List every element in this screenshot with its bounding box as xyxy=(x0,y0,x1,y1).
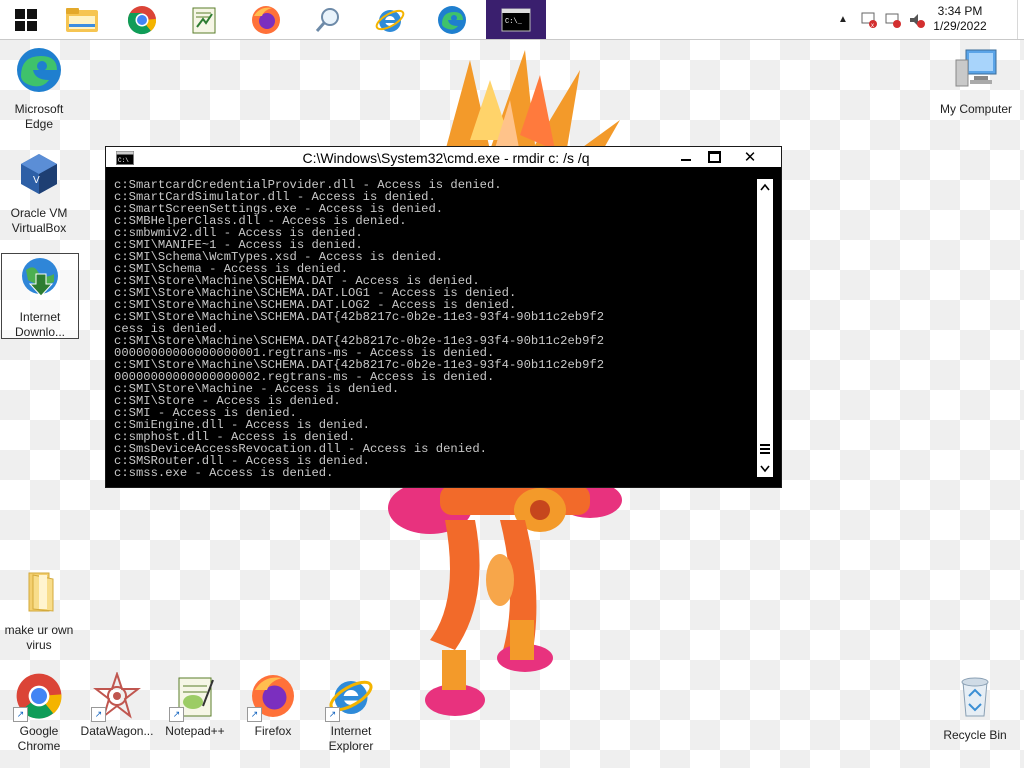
desktop-icon-recycle-bin[interactable]: Recycle Bin xyxy=(937,672,1013,743)
virtualbox-icon: V xyxy=(21,154,57,194)
cmd-scrollbar[interactable] xyxy=(757,179,773,477)
chevron-up-icon xyxy=(760,183,770,191)
taskbar-edge[interactable] xyxy=(422,0,482,39)
shortcut-arrow-icon: ↗ xyxy=(91,707,106,722)
network-warning-icon[interactable]: x xyxy=(860,11,878,29)
shortcut-arrow-icon: ↗ xyxy=(169,707,184,722)
desktop-icon-label: Oracle VM VirtualBox xyxy=(10,206,68,235)
desktop-icon-label: Google Chrome xyxy=(17,724,61,753)
start-button[interactable] xyxy=(0,0,52,39)
icon-wrap: ↗ xyxy=(91,670,141,722)
desktop-icon-label: Internet Explorer xyxy=(328,724,374,753)
desktop-icon-internet-explorer[interactable]: ↗ Internet Explorer xyxy=(313,672,389,754)
svg-text:C:\: C:\ xyxy=(118,157,129,164)
svg-text:x: x xyxy=(871,23,874,29)
tray-expand-icon[interactable]: ▲ xyxy=(838,14,848,25)
clock-time: 3:34 PM xyxy=(937,4,983,18)
edge-icon xyxy=(438,5,466,34)
desktop-icon-google-chrome[interactable]: ↗ Google Chrome xyxy=(1,672,77,754)
maximize-icon xyxy=(707,151,721,163)
taskbar-command-prompt[interactable]: C:\_ xyxy=(486,0,546,39)
cmd-window-title: C:\Windows\System32\cmd.exe - rmdir c: /… xyxy=(302,150,590,166)
shortcut-arrow-icon: ↗ xyxy=(13,707,28,722)
taskbar-firefox[interactable] xyxy=(236,0,296,39)
internet-explorer-icon xyxy=(375,9,405,32)
search-icon xyxy=(315,7,339,32)
cmd-output-line: c:smss.exe - Access is denied. xyxy=(114,466,334,479)
desktop-icon-firefox[interactable]: ↗ Firefox xyxy=(235,672,311,739)
system-tray: ▲ x xyxy=(838,0,926,39)
icon-wrap: ↗ xyxy=(247,672,297,722)
desktop-icon-label: My Computer xyxy=(939,102,1013,116)
shortcut-arrow-icon: ↗ xyxy=(247,707,262,722)
close-button[interactable]: ✕ xyxy=(728,147,772,167)
desktop-icon-notepadpp[interactable]: ↗ Notepad++ xyxy=(157,672,233,739)
windows-logo-icon xyxy=(15,8,37,31)
taskbar-internet-explorer[interactable] xyxy=(360,0,420,39)
maximize-button[interactable] xyxy=(702,147,726,167)
desktop-icon-folder-virus[interactable]: make ur own virus xyxy=(1,567,77,653)
svg-text:C:\_: C:\_ xyxy=(505,18,523,26)
icon-wrap: ↗ xyxy=(13,672,63,722)
minimize-button[interactable] xyxy=(674,147,698,167)
notepadpp-icon xyxy=(192,7,216,33)
scroll-thumb[interactable] xyxy=(760,442,770,456)
cmd-icon: C:\_ xyxy=(501,8,531,31)
taskbar-chrome[interactable] xyxy=(112,0,172,39)
taskbar-notepadpp[interactable] xyxy=(174,0,234,39)
clock[interactable]: 3:34 PM 1/29/2022 xyxy=(920,4,1000,34)
desktop-icon-label: Firefox xyxy=(254,724,292,738)
icon-wrap: ↗ xyxy=(325,672,375,722)
idm-globe-icon xyxy=(22,258,58,297)
cmd-title-bar[interactable]: C:\ C:\Windows\System32\cmd.exe - rmdir … xyxy=(106,147,781,167)
svg-text:V: V xyxy=(33,175,40,186)
desktop-icon-datawagon[interactable]: ↗ DataWagon... xyxy=(79,670,155,739)
folder-icon xyxy=(66,7,98,32)
taskbar: C:\_ ▲ x 3:34 PM 1/29/2022 xyxy=(0,0,1024,40)
desktop-icon-my-computer[interactable]: My Computer xyxy=(935,46,1017,117)
taskbar-search[interactable] xyxy=(298,0,358,39)
cmd-output[interactable]: c:SmartcardCredentialProvider.dll - Acce… xyxy=(114,179,754,479)
desktop-icon-label: Internet Downlo... xyxy=(14,310,66,339)
chrome-icon xyxy=(127,5,157,34)
chevron-down-icon xyxy=(760,465,770,473)
scroll-down-button[interactable] xyxy=(757,461,773,477)
desktop-icon-label: make ur own virus xyxy=(4,623,74,652)
folder-icon xyxy=(28,572,54,612)
desktop-icon-label: Recycle Bin xyxy=(943,728,1007,742)
scroll-up-button[interactable] xyxy=(757,179,773,195)
close-icon: ✕ xyxy=(743,149,757,166)
desktop-icon-label: Notepad++ xyxy=(165,724,225,738)
shortcut-arrow-icon: ↗ xyxy=(325,707,340,722)
taskbar-file-explorer[interactable] xyxy=(52,0,112,39)
desktop-icon-label: Microsoft Edge xyxy=(14,102,64,131)
minimize-icon xyxy=(681,159,691,161)
cmd-window[interactable]: C:\ C:\Windows\System32\cmd.exe - rmdir … xyxy=(105,146,782,488)
clock-date: 1/29/2022 xyxy=(933,19,987,33)
edge-icon xyxy=(17,48,61,92)
computer-icon xyxy=(955,49,997,87)
desktop-icon-label: DataWagon... xyxy=(80,724,154,738)
recycle-bin-icon xyxy=(961,677,989,717)
desktop-icon-microsoft-edge[interactable]: Microsoft Edge xyxy=(1,46,77,132)
action-center-icon[interactable] xyxy=(884,11,902,29)
cmd-icon: C:\ xyxy=(116,151,134,165)
show-desktop-button[interactable] xyxy=(1017,0,1024,39)
desktop-icon-internet-download-manager[interactable]: Internet Downlo... xyxy=(1,253,79,339)
firefox-icon xyxy=(252,5,280,34)
desktop-icon-virtualbox[interactable]: V Oracle VM VirtualBox xyxy=(1,150,77,236)
icon-wrap: ↗ xyxy=(169,672,219,722)
